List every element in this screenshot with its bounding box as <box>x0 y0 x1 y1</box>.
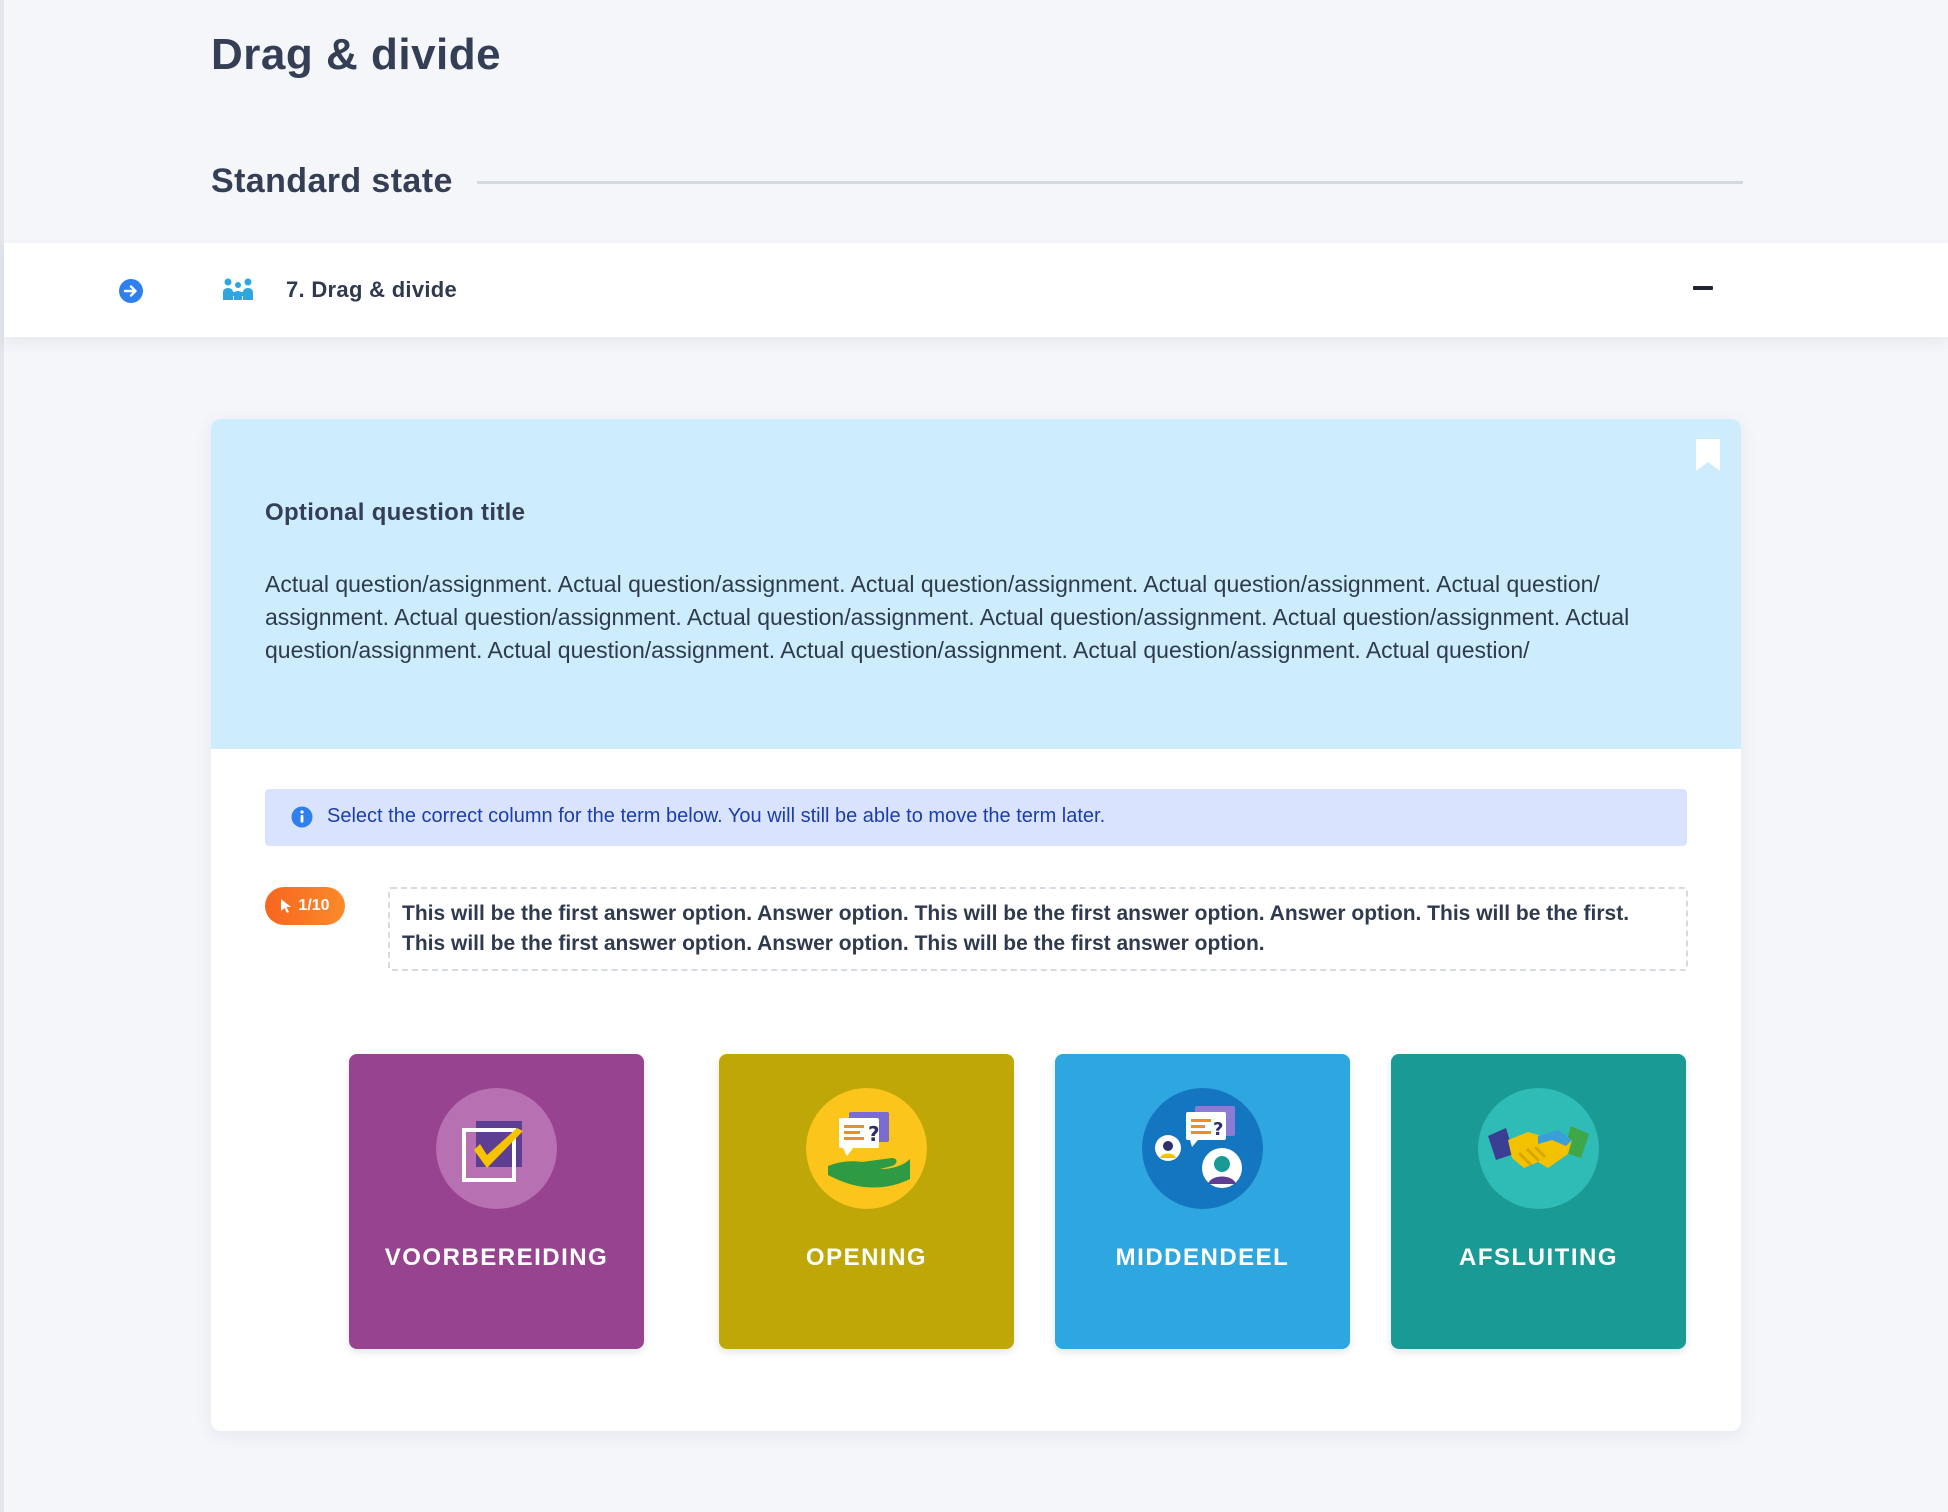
accordion-title[interactable]: 7. Drag & divide <box>286 277 457 303</box>
question-panel: Optional question title Actual question/… <box>211 419 1741 749</box>
window-edge <box>0 0 4 1512</box>
hand-speech-bubble-icon: ? <box>806 1088 927 1209</box>
question-card: Optional question title Actual question/… <box>211 419 1741 1431</box>
column-opening[interactable]: ? OPENING <box>719 1054 1014 1349</box>
svg-text:?: ? <box>1213 1119 1223 1140</box>
arrow-right-circle-icon[interactable] <box>118 278 144 304</box>
column-label: OPENING <box>805 1244 928 1271</box>
handshake-icon <box>1478 1088 1599 1209</box>
minus-icon[interactable] <box>1693 286 1713 290</box>
question-body: Actual question/assignment. Actual quest… <box>265 571 1630 663</box>
instruction-text: Select the correct column for the term b… <box>327 805 1106 827</box>
column-voorbereiding[interactable]: VOORBEREIDING <box>349 1054 644 1349</box>
progress-counter-label: 1/10 <box>298 897 330 914</box>
section-divider <box>477 181 1743 184</box>
section-heading: Standard state <box>211 162 453 200</box>
svg-text:?: ? <box>868 1122 880 1146</box>
column-label: MIDDENDEEL <box>1115 1244 1290 1271</box>
cursor-pointer-icon <box>281 899 292 913</box>
instruction-bar: Select the correct column for the term b… <box>265 789 1687 846</box>
bookmark-icon[interactable] <box>1695 438 1721 472</box>
progress-counter-badge: 1/10 <box>265 887 345 925</box>
column-afsluiting[interactable]: AFSLUITING <box>1391 1054 1686 1349</box>
people-group-icon <box>223 278 253 300</box>
column-label: AFSLUITING <box>1459 1244 1618 1271</box>
page-title: Drag & divide <box>211 30 502 79</box>
draggable-answer-option[interactable]: This will be the first answer option. An… <box>388 887 1688 971</box>
column-label: VOORBEREIDING <box>384 1244 609 1271</box>
info-icon <box>291 806 313 828</box>
checkbox-check-icon <box>436 1088 557 1209</box>
people-conversation-icon: ? <box>1142 1088 1263 1209</box>
question-title: Optional question title <box>265 499 526 526</box>
column-middendeel[interactable]: ? MIDDENDEEL <box>1055 1054 1350 1349</box>
